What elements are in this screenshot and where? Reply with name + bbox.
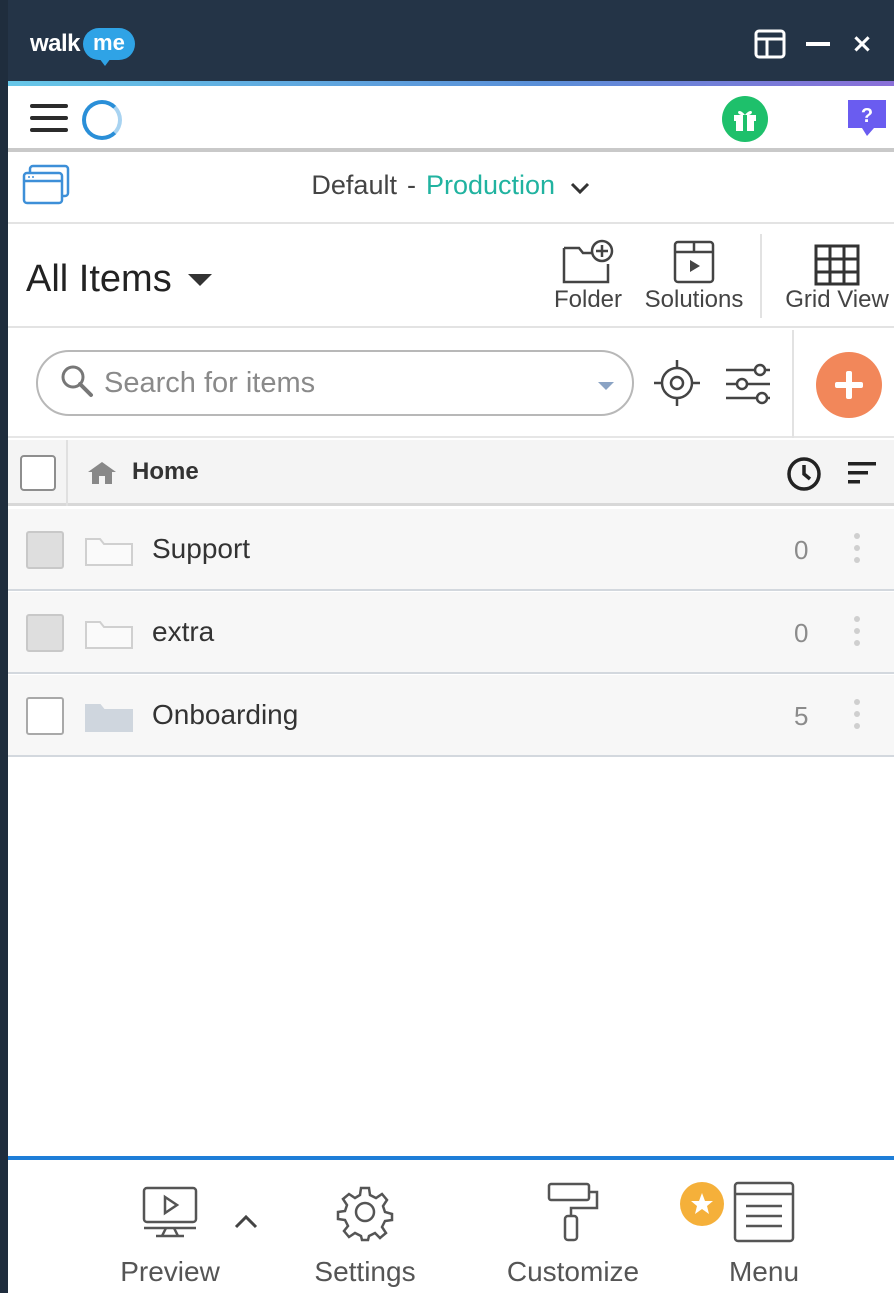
- gear-icon: [290, 1180, 440, 1244]
- tools-divider: [760, 234, 762, 318]
- help-icon[interactable]: ?: [844, 98, 890, 138]
- solutions-box-icon: [632, 234, 756, 286]
- chevron-down-icon: [569, 171, 591, 202]
- paint-roller-icon: [488, 1180, 658, 1244]
- logo-walk-text: walk: [30, 30, 81, 57]
- item-count: 0: [794, 618, 809, 648]
- list-item[interactable]: Onboarding 5: [8, 675, 894, 757]
- search-dropdown-icon[interactable]: [598, 382, 614, 390]
- solutions-button[interactable]: Solutions: [632, 234, 756, 314]
- environment-bar: Default - Production: [8, 156, 894, 224]
- customize-button[interactable]: Customize: [488, 1180, 658, 1288]
- item-name: Onboarding: [152, 699, 299, 730]
- filter-sliders-icon[interactable]: [722, 362, 774, 410]
- more-options-icon[interactable]: [854, 699, 860, 735]
- preview-monitor-icon: [100, 1180, 240, 1244]
- walkme-editor-window: walk me × ? Default - Production All Ite…: [0, 0, 894, 1293]
- environment-selector[interactable]: Default - Production: [8, 170, 894, 202]
- gift-icon[interactable]: [722, 96, 768, 142]
- sort-icon[interactable]: [848, 460, 878, 490]
- breadcrumb-home[interactable]: Home: [132, 458, 199, 486]
- more-options-icon[interactable]: [854, 533, 860, 569]
- env-separator: -: [406, 170, 416, 200]
- clock-icon[interactable]: [786, 456, 822, 496]
- grid-view-button[interactable]: Grid View: [772, 234, 894, 314]
- new-folder-button[interactable]: Folder: [542, 234, 634, 314]
- menu-list-icon: [708, 1180, 820, 1244]
- top-toolbar: ?: [8, 86, 894, 152]
- item-count: 0: [794, 535, 809, 565]
- customize-label: Customize: [506, 1256, 640, 1287]
- grid-icon: [772, 234, 894, 286]
- walkme-logo: walk me: [30, 26, 135, 66]
- hamburger-menu-icon[interactable]: [30, 104, 68, 134]
- settings-button[interactable]: Settings: [290, 1180, 440, 1288]
- close-icon[interactable]: ×: [844, 26, 880, 62]
- minimize-icon[interactable]: [800, 26, 836, 62]
- menu-button[interactable]: Menu: [708, 1180, 820, 1288]
- svg-text:?: ?: [861, 105, 873, 127]
- search-input[interactable]: [104, 366, 574, 400]
- all-items-title: All Items: [26, 258, 172, 300]
- select-all-checkbox[interactable]: [20, 455, 56, 491]
- item-count: 5: [794, 701, 809, 731]
- title-bar: walk me ×: [8, 0, 894, 86]
- bottom-bar: Preview Settings Customize Menu: [8, 1156, 894, 1293]
- search-box[interactable]: [36, 350, 634, 416]
- plus-icon: [835, 371, 863, 399]
- loading-spinner-icon: [82, 100, 122, 140]
- target-icon[interactable]: [652, 358, 702, 412]
- empty-folder-icon: [84, 618, 134, 654]
- logo-me-bubble: me: [83, 28, 135, 66]
- system-name: Default: [311, 170, 397, 200]
- search-row: [8, 330, 894, 438]
- preview-button[interactable]: Preview: [100, 1180, 240, 1288]
- item-name: extra: [152, 616, 215, 647]
- row-checkbox[interactable]: [26, 614, 64, 652]
- menu-label: Menu: [728, 1256, 800, 1287]
- settings-label: Settings: [314, 1256, 416, 1287]
- folder-plus-icon: [542, 234, 634, 286]
- home-icon[interactable]: [86, 460, 118, 490]
- all-items-dropdown[interactable]: All Items: [26, 258, 212, 301]
- items-header: All Items Folder Solutions Grid View: [8, 226, 894, 328]
- add-item-button[interactable]: [816, 352, 882, 418]
- list-item[interactable]: extra 0: [8, 592, 894, 674]
- row-checkbox[interactable]: [26, 531, 64, 569]
- folder-label: Folder: [553, 286, 623, 313]
- grid-view-label: Grid View: [785, 286, 889, 313]
- item-name: Support: [152, 533, 251, 564]
- empty-folder-icon: [84, 535, 134, 571]
- caret-down-icon: [187, 273, 212, 286]
- more-options-icon[interactable]: [854, 616, 860, 652]
- chevron-up-icon[interactable]: [232, 1212, 260, 1234]
- header-divider: [66, 440, 68, 506]
- list-item[interactable]: Support 0: [8, 509, 894, 591]
- environment-stage: Production: [425, 170, 556, 200]
- search-divider: [792, 330, 794, 438]
- search-icon: [60, 364, 94, 402]
- layout-toggle-icon[interactable]: [752, 26, 788, 62]
- solutions-label: Solutions: [644, 286, 744, 313]
- preview-label: Preview: [120, 1256, 220, 1287]
- list-header: Home: [8, 440, 894, 506]
- folder-icon: [84, 701, 134, 737]
- row-checkbox[interactable]: [26, 697, 64, 735]
